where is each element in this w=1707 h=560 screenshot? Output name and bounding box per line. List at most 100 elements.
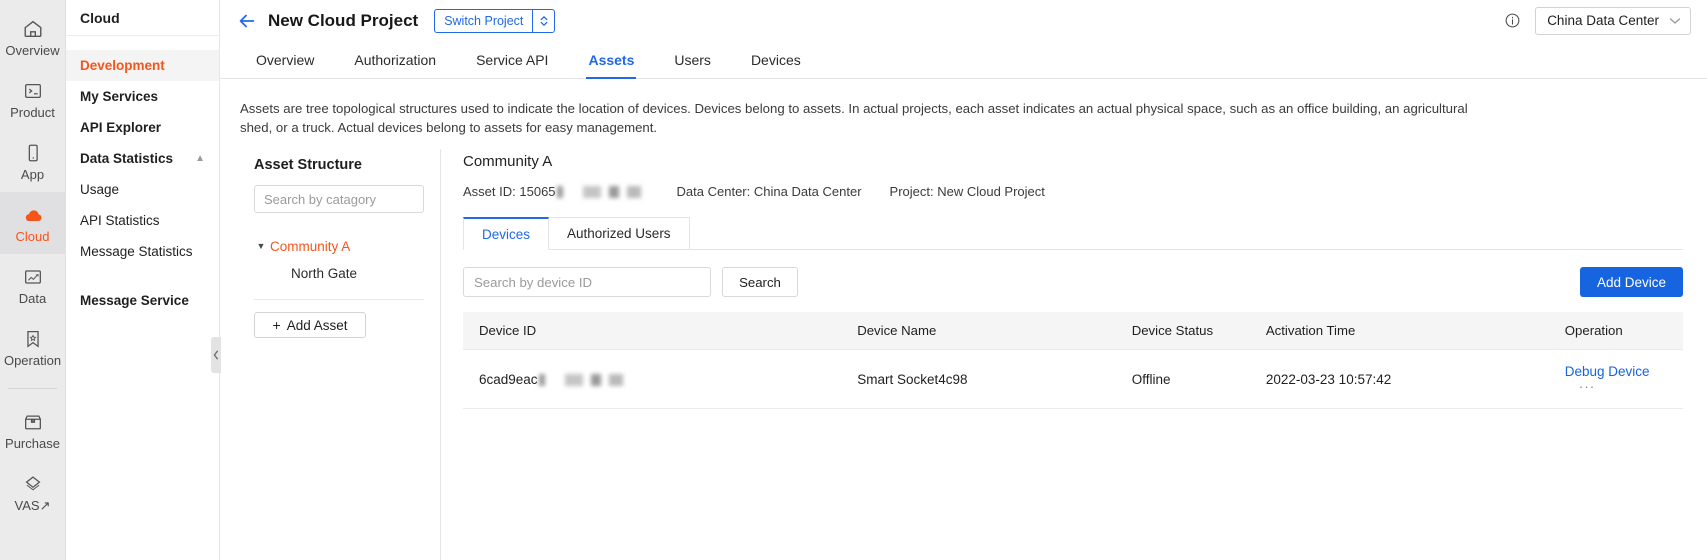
project-label: Project: [889,184,934,199]
rail-label-text: VAS [14,497,40,513]
sidebar-item-label: Development [80,58,165,73]
sidebar-item-api-explorer[interactable]: API Explorer [66,112,219,143]
cell-device-status: Offline [1115,349,1250,409]
data-center-value: China Data Center [1547,13,1659,28]
rail-label: Data [18,290,47,306]
data-center-meta: Data Center: China Data Center [677,184,862,199]
rail-label: Product [10,104,55,120]
devices-table-body: 6cad9eac Smart Socket4c98 Offline 2022-0… [463,349,1683,409]
sidebar-item-label: Message Statistics [80,244,193,259]
back-arrow-icon[interactable] [236,10,258,32]
sidebar-item-label: My Services [80,89,159,104]
bookmark-star-icon [22,328,44,350]
devices-table-head: Device ID Device Name Device Status Acti… [463,312,1683,350]
top-bar: New Cloud Project Switch Project China D… [220,0,1707,42]
subtab-label: Devices [482,226,531,242]
tab-label: Devices [750,52,801,68]
home-icon [22,18,44,40]
sidebar-item-label: Message Service [80,293,189,308]
sidebar-item-development[interactable]: Development [66,50,219,81]
sidebar-item-data-statistics[interactable]: Data Statistics ▲ [66,143,219,174]
switch-project-button[interactable]: Switch Project [434,8,556,33]
device-search-input[interactable] [463,267,711,297]
project-value: New Cloud Project [937,184,1045,199]
rail-item-overview[interactable]: Overview [0,6,65,68]
rail-label: Overview [5,42,60,58]
rail-item-data[interactable]: Data [0,254,65,316]
data-center-select[interactable]: China Data Center [1535,6,1691,35]
rail-item-operation[interactable]: Operation [0,316,65,378]
table-header-row: Device ID Device Name Device Status Acti… [463,312,1683,350]
rail-label: VAS↗ [15,499,51,512]
package-box-icon [22,411,44,433]
sidebar-item-label: Usage [80,182,120,197]
tab-authorization[interactable]: Authorization [334,42,456,78]
diamond-external-icon [22,473,44,495]
asset-id-meta: Asset ID: 15065 [463,184,649,199]
tab-overview[interactable]: Overview [236,42,334,78]
tab-label: Overview [256,52,315,68]
tab-devices[interactable]: Devices [731,42,821,78]
tab-service-api[interactable]: Service API [456,42,568,78]
rail-item-cloud[interactable]: Cloud [0,192,65,254]
tab-users[interactable]: Users [654,42,731,78]
sidebar-item-my-services[interactable]: My Services [66,81,219,112]
external-link-arrow-icon: ↗ [39,497,51,513]
assets-description: Assets are tree topological structures u… [240,101,1468,135]
column-operation: Operation [1548,312,1683,350]
asset-panel-divider [254,299,424,300]
devices-table: Device ID Device Name Device Status Acti… [463,312,1683,409]
detail-subtab-bar: Devices Authorized Users [463,217,1683,250]
asset-detail-name: Community A [463,153,553,170]
main-area: New Cloud Project Switch Project China D… [211,0,1707,560]
sidebar-item-message-statistics[interactable]: Message Statistics [66,236,219,267]
more-actions-icon[interactable]: ··· [1579,379,1596,394]
secondary-sidebar: Cloud Development My Services API Explor… [66,0,220,560]
add-asset-button[interactable]: + Add Asset [254,312,366,338]
rail-item-purchase[interactable]: Purchase [0,399,65,461]
device-id-value: 6cad9eac [479,371,538,387]
column-device-id: Device ID [463,312,842,350]
rail-label: Operation [3,352,62,368]
sidebar-list: Development My Services API Explorer Dat… [66,36,219,316]
subtab-label: Authorized Users [567,226,671,241]
sidebar-item-label: API Statistics [80,213,160,228]
search-button[interactable]: Search [722,267,798,297]
rail-label: Purchase [5,435,60,451]
asset-detail-panel: Community A Asset ID: 15065 Data Center:… [441,149,1707,560]
asset-category-search-input[interactable] [254,185,424,213]
subtab-authorized-users[interactable]: Authorized Users [549,217,690,250]
add-asset-label: Add Asset [286,317,348,333]
top-bar-right: China Data Center [1504,6,1691,35]
redacted-asset-id-region [556,186,649,198]
triangle-down-icon[interactable]: ▼ [254,241,268,251]
rail-item-vas[interactable]: VAS↗ [0,461,65,523]
project-meta: Project: New Cloud Project [890,184,1045,199]
rail-item-product[interactable]: Product [0,68,65,130]
asset-structure-panel: Asset Structure ▼ Community A North Gate… [220,149,440,560]
add-device-button[interactable]: Add Device [1579,267,1683,297]
cell-device-id: 6cad9eac [463,349,842,409]
column-device-status: Device Status [1115,312,1250,350]
chart-box-icon [22,266,44,288]
info-circle-icon[interactable] [1504,12,1521,29]
page-title: New Cloud Project [268,10,419,30]
app-root: Overview Product App Cloud Data Operatio… [0,0,1707,560]
subtab-devices[interactable]: Devices [463,217,550,250]
rail-item-app[interactable]: App [0,130,65,192]
cloud-icon [22,204,44,226]
tree-node-north-gate[interactable]: North Gate [254,259,440,287]
data-center-value: China Data Center [753,184,862,199]
sidebar-item-usage[interactable]: Usage [66,174,219,205]
sidebar-item-api-statistics[interactable]: API Statistics [66,205,219,236]
rail-label: App [20,166,45,182]
tab-label: Assets [588,52,635,68]
debug-device-link[interactable]: Debug Device [1565,364,1650,379]
tab-label: Users [674,52,711,68]
device-toolbar: Search Add Device [463,267,1683,297]
tab-assets[interactable]: Assets [568,42,654,79]
tree-node-community-a[interactable]: ▼ Community A [254,233,440,259]
chevron-down-icon [1669,13,1681,28]
sidebar-item-message-service[interactable]: Message Service [66,285,219,316]
